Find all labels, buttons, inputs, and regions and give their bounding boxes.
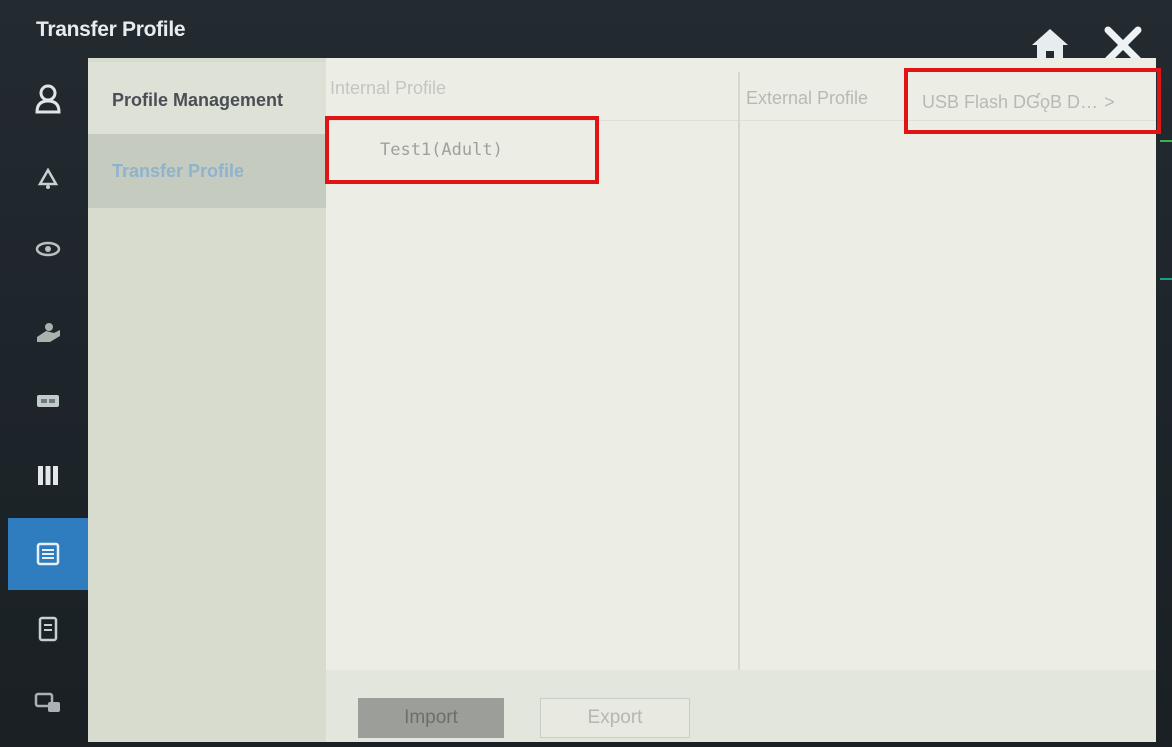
alarm-bell-icon xyxy=(37,167,59,189)
left-icon-rail xyxy=(8,60,88,747)
subnav-item-transfer-profile[interactable]: Transfer Profile xyxy=(88,134,326,208)
module-icon xyxy=(37,395,59,407)
parameter-columns-icon xyxy=(38,466,58,485)
person-icon xyxy=(35,84,61,114)
import-button[interactable]: Import xyxy=(358,698,504,738)
rail-item-parameters[interactable] xyxy=(8,440,88,510)
subnav-item-profile-management[interactable]: Profile Management xyxy=(88,62,326,138)
main-panel: Profile Management Transfer Profile Inte… xyxy=(88,58,1156,742)
rail-item-profiles[interactable] xyxy=(8,518,88,590)
hand-icon xyxy=(37,323,60,342)
export-button[interactable]: Export xyxy=(540,698,690,738)
rail-item-view[interactable] xyxy=(8,214,88,284)
column-divider xyxy=(738,72,740,670)
rail-item-module[interactable] xyxy=(8,366,88,436)
profile-config-icon xyxy=(36,542,60,566)
rail-item-records[interactable] xyxy=(8,594,88,664)
device-screen: Transfer Profile Profile Management Tran… xyxy=(0,0,1172,747)
title-bar: Transfer Profile xyxy=(0,0,1172,64)
rail-item-procedure[interactable] xyxy=(8,298,88,368)
edge-trace xyxy=(1160,278,1172,280)
internal-profile-heading: Internal Profile xyxy=(330,78,447,98)
highlight-box-usb xyxy=(904,68,1161,134)
action-bar: Import Export xyxy=(326,670,1156,742)
highlight-box-profile xyxy=(325,116,599,184)
subnav-item-label: Profile Management xyxy=(112,89,284,110)
rail-item-alarm[interactable] xyxy=(8,144,88,214)
network-icon xyxy=(34,692,60,712)
rail-item-network[interactable] xyxy=(8,668,88,738)
rail-item-patient[interactable] xyxy=(8,64,88,134)
edge-trace xyxy=(1160,140,1172,142)
document-icon xyxy=(38,616,58,642)
subnav-item-label: Transfer Profile xyxy=(112,160,245,181)
sub-navigation: Profile Management Transfer Profile xyxy=(88,58,326,742)
window-title: Transfer Profile xyxy=(36,18,186,41)
eye-icon xyxy=(35,241,61,257)
external-profile-heading: External Profile xyxy=(746,88,869,108)
